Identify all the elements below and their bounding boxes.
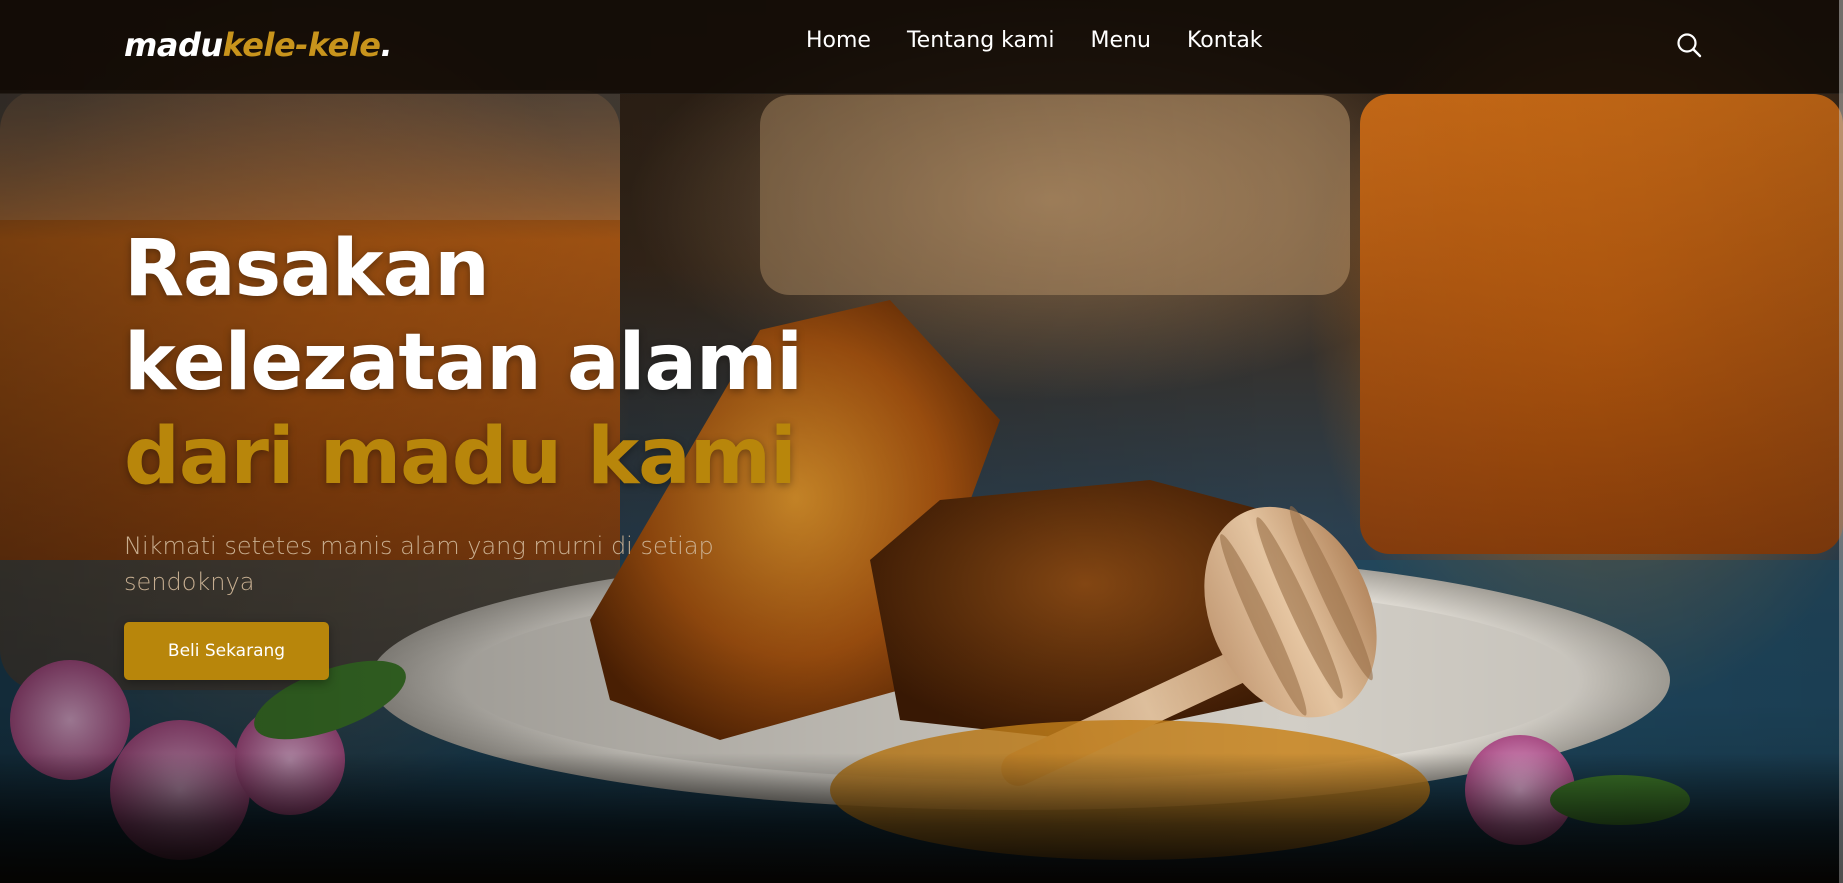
headline-line-2: kelezatan alami: [124, 318, 803, 408]
nav-link-home[interactable]: Home: [806, 28, 871, 53]
landing-page: madukele-kele. Home Tentang kami Menu Ko…: [0, 0, 1843, 883]
main-nav: Home Tentang kami Menu Kontak: [806, 28, 1263, 53]
hero-headline: Rasakan kelezatan alami dari madu kami: [124, 222, 884, 504]
search-button[interactable]: [1675, 31, 1703, 59]
logo-dot: .: [380, 26, 393, 64]
nav-link-tentang-kami[interactable]: Tentang kami: [907, 28, 1055, 53]
search-icon: [1677, 33, 1702, 58]
buy-now-button[interactable]: Beli Sekarang: [124, 622, 329, 680]
scrollbar[interactable]: [1839, 0, 1843, 883]
nav-link-menu[interactable]: Menu: [1091, 28, 1151, 53]
hero-content: Rasakan kelezatan alami dari madu kami N…: [124, 222, 884, 680]
logo-main-text: madu: [124, 26, 223, 64]
headline-line-3: dari madu kami: [124, 412, 797, 502]
hero-subtext: Nikmati setetes manis alam yang murni di…: [124, 532, 714, 596]
logo-accent-text: kele-kele: [222, 26, 381, 64]
hero-bottom-fade: [0, 753, 1843, 883]
headline-line-1: Rasakan: [124, 224, 490, 314]
navbar: madukele-kele. Home Tentang kami Menu Ko…: [0, 0, 1843, 94]
brand-logo[interactable]: madukele-kele.: [124, 26, 393, 64]
nav-link-kontak[interactable]: Kontak: [1187, 28, 1263, 53]
